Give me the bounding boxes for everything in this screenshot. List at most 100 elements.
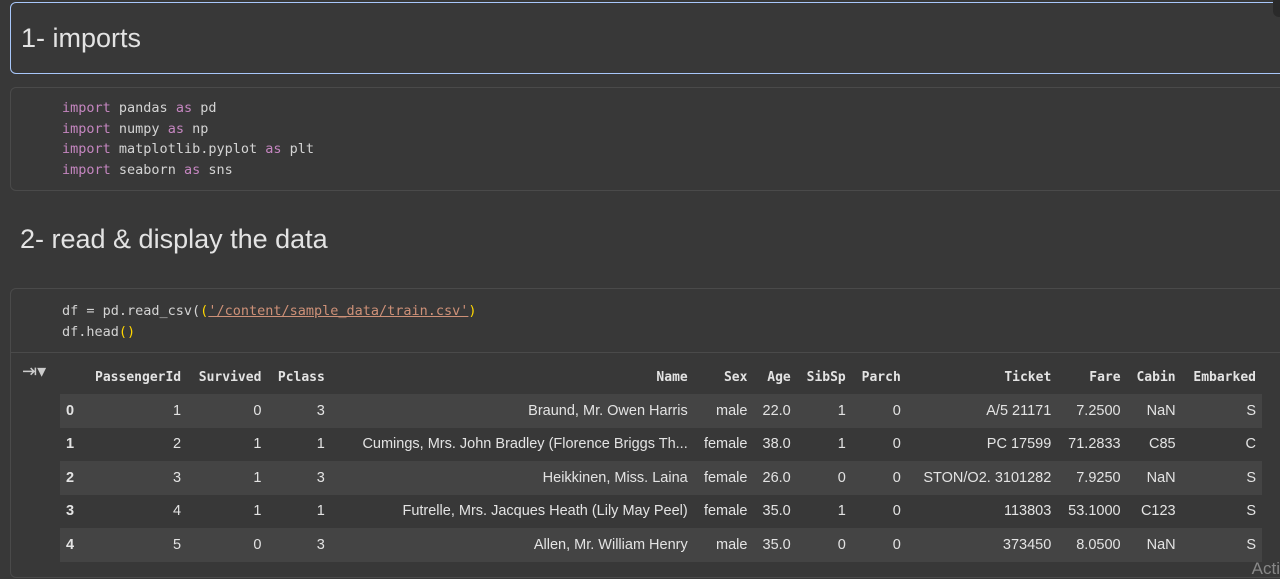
code-imports[interactable]: import pandas as pd import numpy as np i… [62,98,314,180]
table-cell: 3 [316,536,325,553]
table-cell: S [1246,469,1256,486]
column-header: Cabin [1136,369,1176,385]
heading-read-display: 2- read & display the data [20,224,328,254]
table-cell: Braund, Mr. Owen Harris [528,402,688,419]
table-cell: 2 [66,469,75,486]
table-cell: 0 [837,536,846,553]
table-cell: C85 [1149,436,1176,453]
table-cell: C [1245,436,1256,453]
table-cell: 35.0 [762,503,791,520]
code-read[interactable]: df = pd.read_csv(('/content/sample_data/… [62,301,477,342]
column-header [60,360,82,394]
column-header: Sex [723,369,748,385]
path-string: '/content/sample_data/train.csv' [208,303,469,319]
table-cell: 1 [837,503,846,520]
table-cell: 71.2833 [1068,436,1121,453]
keyword: import [62,161,111,178]
table-cell: 0 [837,469,846,486]
table-cell: 3 [173,469,182,486]
table-cell: Allen, Mr. William Henry [533,536,688,553]
table-cell: 1 [66,436,75,453]
activation-text: Acti [1251,559,1280,578]
table-cell: female [703,503,748,520]
table-cell: C123 [1140,503,1176,520]
table-cell: NaN [1146,469,1176,486]
table-cell: 0 [892,503,901,520]
table-cell: female [703,436,748,453]
table-cell: 4 [173,503,182,520]
dataframe-table: PassengerId Survived Pclass Name Sex Age SibSp… [60,360,1262,562]
table-row: 2 3 1 3 Heikkinen, Miss. Laina female 26.0 0 0 ST… [60,461,1262,495]
output-toggle-icon[interactable]: ⇥▾ [22,361,46,382]
column-header: Survived [198,369,262,385]
table-cell: 373450 [1002,536,1052,553]
column-header: SibSp [806,369,846,385]
table-cell: 7.9250 [1076,469,1121,486]
table-cell: 22.0 [762,402,791,419]
code-text: df = pd.read_csv( [62,303,201,319]
table-cell: 1 [837,402,846,419]
table-cell: 3 [316,469,325,486]
table-cell: 0 [892,469,901,486]
column-header: Ticket [1004,369,1052,385]
table-cell: 1 [316,503,325,520]
table-cell: PC 17599 [986,436,1052,453]
table-cell: 8.0500 [1076,536,1121,553]
table-cell: Cumings, Mrs. John Bradley (Florence Bri… [362,436,688,453]
table-cell: 2 [173,436,182,453]
table-row: 0 1 0 3 Braund, Mr. Owen Harris male 22.0 1 0 A/5… [60,394,1262,428]
table-cell: S [1246,536,1256,553]
table-cell: 35.0 [762,536,791,553]
table-cell: 1 [253,436,262,453]
table-cell: 0 [892,402,901,419]
table-cell: 38.0 [762,436,791,453]
table-cell: 7.2500 [1076,402,1121,419]
table-cell: 0 [892,436,901,453]
keyword: import [62,120,111,137]
table-cell: 113803 [1003,503,1052,520]
table-cell: S [1246,503,1256,520]
column-header: PassengerId [95,369,182,385]
table-cell: 0 [892,536,901,553]
table-cell: 0 [253,402,262,419]
table-cell: A/5 21171 [986,402,1052,419]
table-cell: 4 [66,536,75,553]
table-cell: female [703,469,748,486]
table-cell: male [716,536,748,553]
table-cell: Futrelle, Mrs. Jacques Heath (Lily May P… [402,503,688,520]
column-header: Name [656,369,688,385]
code-cell-imports[interactable]: import pandas as pd import numpy as np i… [10,87,1280,191]
column-header: Pclass [277,369,325,385]
table-cell: 1 [253,503,262,520]
code-text: df.head [62,323,119,340]
table-cell: 26.0 [762,469,791,486]
table-cell: 5 [173,536,182,553]
table-cell: S [1246,402,1256,419]
table-cell: 1 [837,436,846,453]
column-header: Fare [1089,369,1121,385]
heading-imports: 1- imports [21,23,142,53]
table-cell: 3 [316,402,325,419]
table-cell: 1 [173,402,182,419]
column-header: Parch [861,369,901,385]
keyword: import [62,141,111,157]
keyword: import [62,100,111,116]
table-cell: male [716,402,748,419]
table-cell: 0 [253,536,262,553]
table-cell: NaN [1146,402,1176,419]
cell-toolbar[interactable] [1273,0,1280,17]
column-header: Embarked [1193,369,1256,385]
table-row: 3 4 1 1 Futrelle, Mrs. Jacques Heath (Lily M… [60,495,1262,529]
table-cell: 3 [66,503,75,520]
table-cell: 1 [316,436,325,453]
table-cell: 53.1000 [1068,503,1121,520]
table-cell: 1 [253,469,262,486]
table-row: 4 5 0 3 Allen, Mr. William Henry male 35.0 0 0 37… [60,528,1262,562]
table-row: 1 2 1 1 Cumings, Mrs. John Bradley (Florence… [60,428,1262,462]
markdown-cell-imports[interactable]: 1- imports [10,0,1280,74]
table-cell: STON/O2. 3101282 [923,469,1052,486]
table-cell: 0 [66,402,75,419]
table-cell: Heikkinen, Miss. Laina [542,469,688,486]
table-cell: NaN [1146,536,1176,553]
column-header: Age [767,369,791,385]
